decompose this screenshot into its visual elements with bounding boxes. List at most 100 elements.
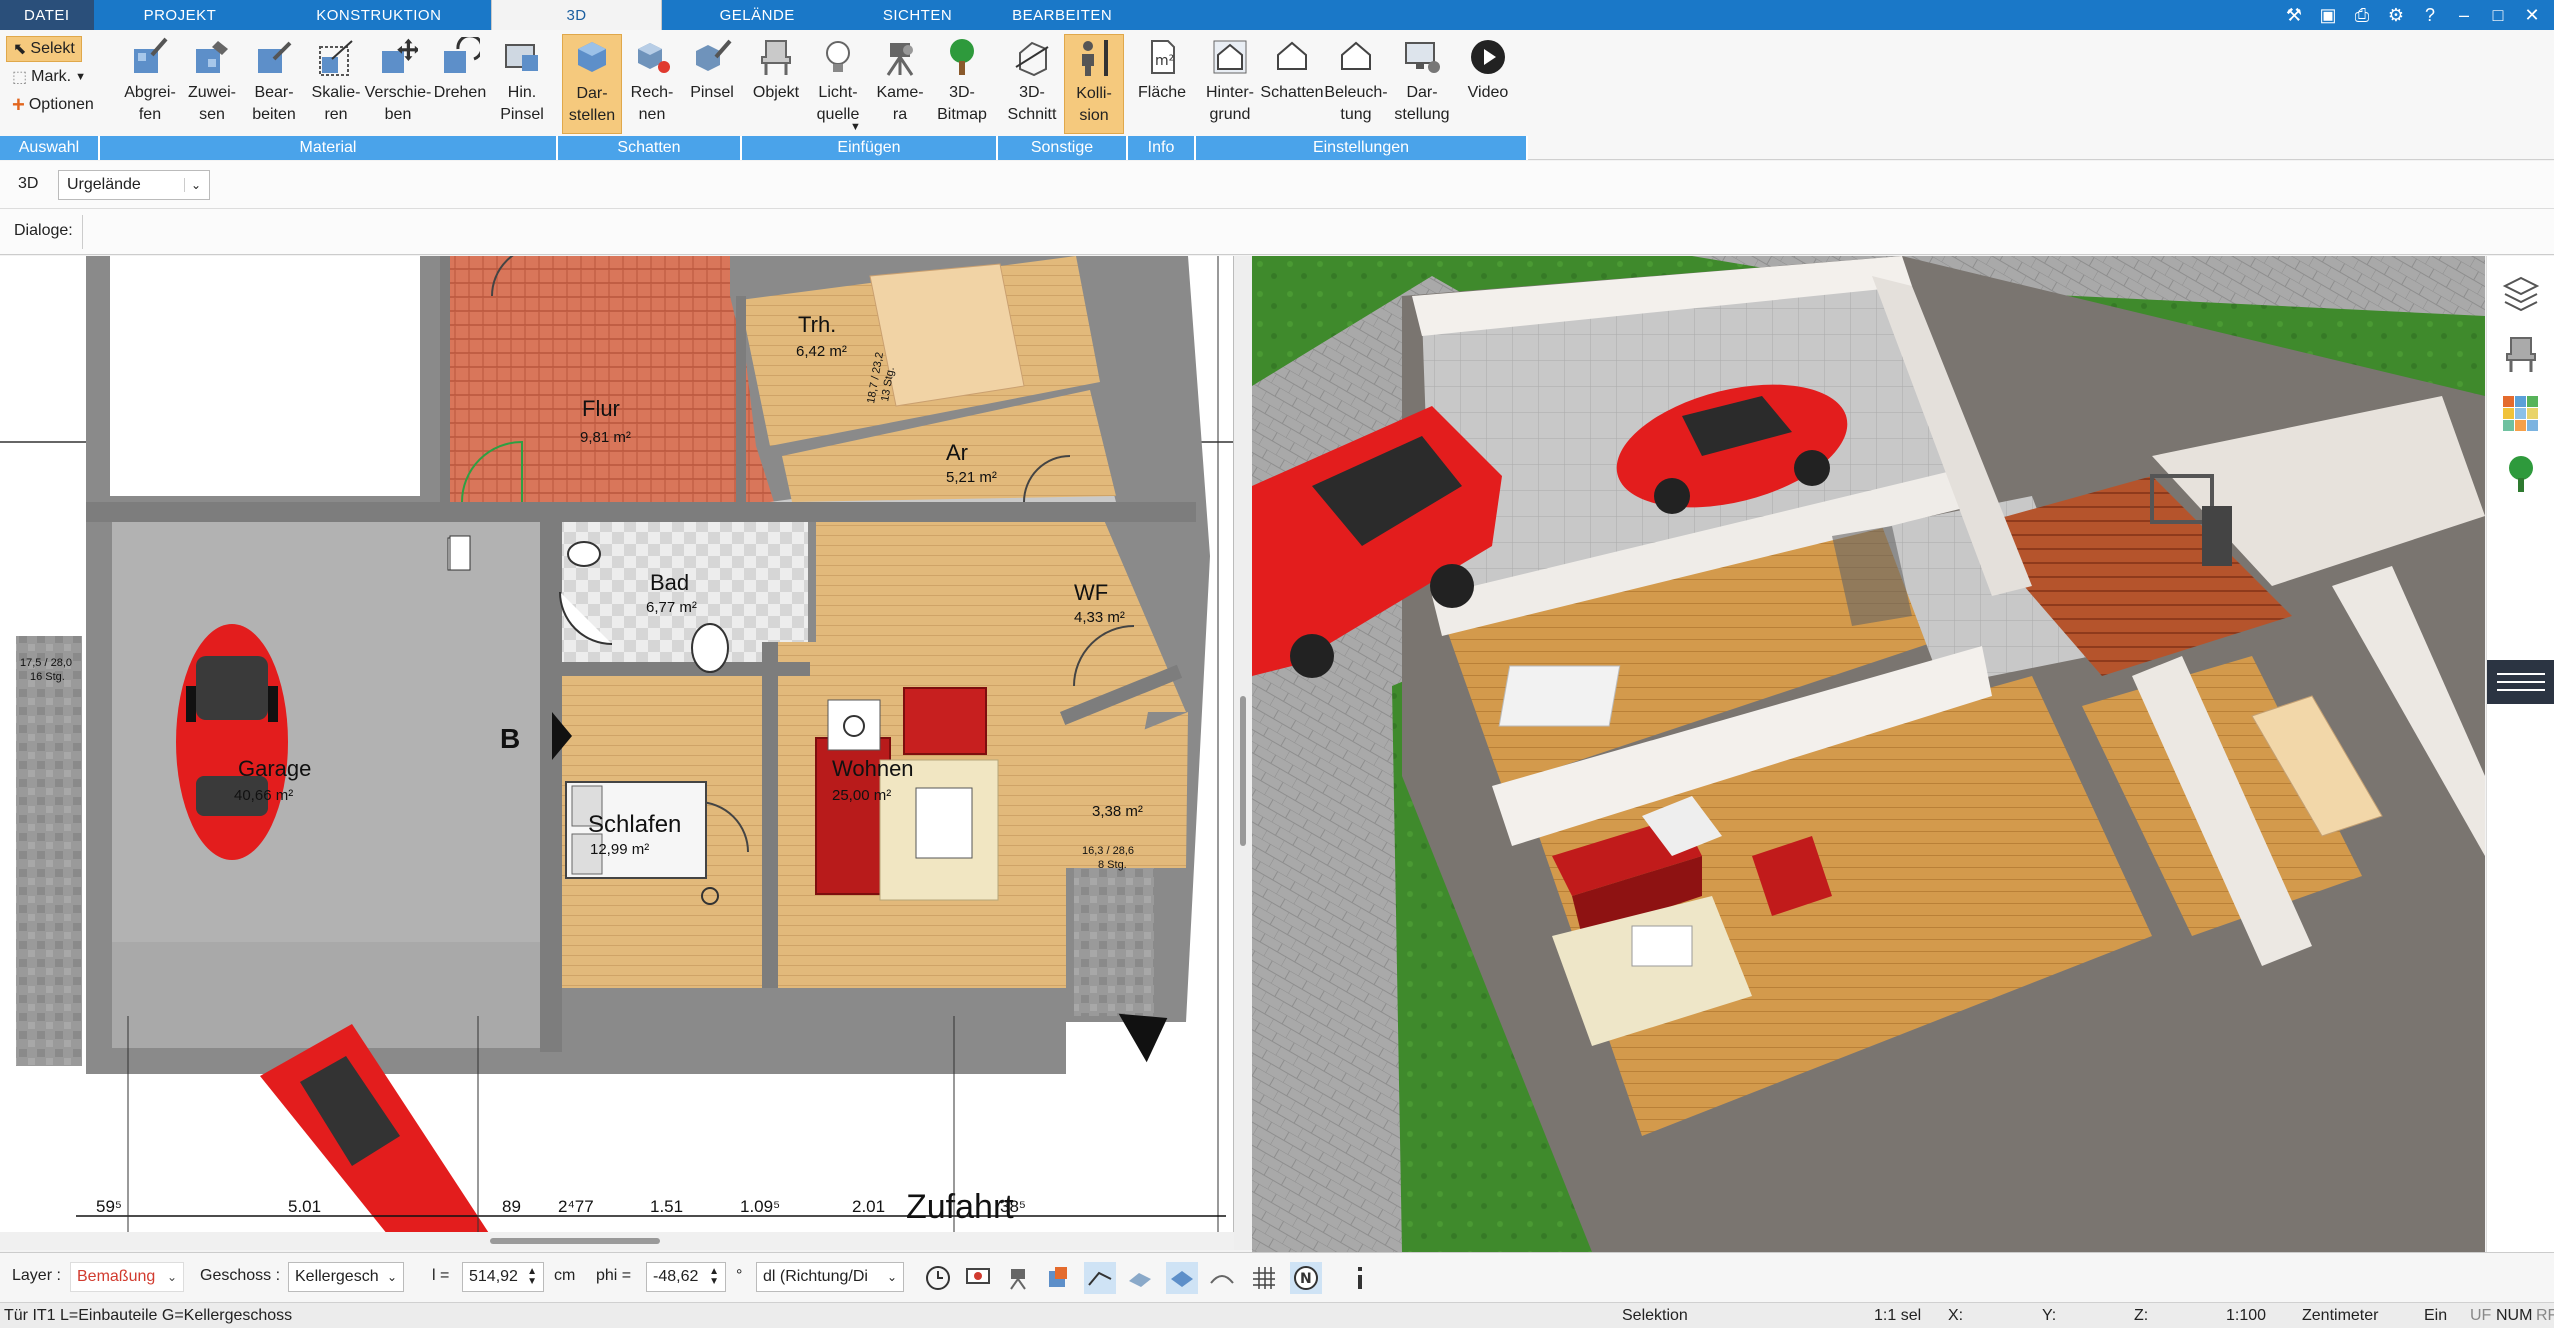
spinner-icon[interactable]: ▲ ▼ [527,1267,537,1287]
material-pick-button[interactable]: Abgrei- fen [120,34,180,134]
window-icon[interactable]: ▣ [2316,3,2340,27]
shadow-brush-button[interactable]: Pinsel [682,34,742,134]
floor-label: Geschoss : [200,1267,281,1284]
floor-plan-canvas[interactable]: B Flur 9,81 m² Trh. 6,42 m² Ar 5,21 m² B… [0,256,1234,1250]
selection-count: 1:1 sel [1874,1307,1922,1324]
group-schatten: Dar- stellen Rech- nen Pinsel Schatten [558,30,742,160]
length-input[interactable]: 514,92 ▲ ▼ [462,1262,544,1292]
hatch-icon[interactable] [1124,1262,1156,1294]
grid-icon[interactable] [1248,1262,1280,1294]
help-icon[interactable]: ? [2418,3,2442,27]
svg-text:N: N [1300,1271,1312,1287]
material-edit-button[interactable]: Bear- beiten [244,34,304,134]
3d-view[interactable] [1252,256,2485,1252]
3d-canvas[interactable] [1252,256,2485,1252]
layers-icon[interactable] [2499,272,2543,316]
house-shadow-icon [1269,36,1315,78]
tab-bearbeiten[interactable]: BEARBEITEN [982,0,1142,30]
chair-icon[interactable] [2499,332,2543,376]
mode-indicator: Selektion [1622,1307,1688,1324]
video-button[interactable]: Video [1458,34,1518,134]
floor-plan-view[interactable]: B Flur 9,81 m² Trh. 6,42 m² Ar 5,21 m² B… [0,256,1234,1250]
settings-icon[interactable]: ⚙ [2384,3,2408,27]
room-name-ar: Ar [946,440,968,465]
wall-view-icon[interactable] [1084,1262,1116,1294]
background-brush-button[interactable]: Hin. Pinsel [492,34,552,134]
floor-select[interactable]: Kellergesch ⌄ [288,1262,404,1292]
maximize-icon[interactable]: □ [2486,3,2510,27]
close-icon[interactable]: ✕ [2520,3,2544,27]
object-icon[interactable] [1042,1262,1074,1294]
brush-icon [251,36,297,78]
layer-select[interactable]: Bemaßung ⌄ [70,1262,184,1292]
scale-indicator: 1:100 [2226,1307,2267,1324]
collision-button[interactable]: Kolli- sion [1064,34,1124,134]
scroll-thumb[interactable] [490,1238,660,1244]
vertical-scrollbar[interactable] [1234,256,1252,1250]
shadow-settings-button[interactable]: Schatten [1260,34,1324,134]
dialog-area [82,215,2542,249]
direction-select[interactable]: dl (Richtung/Di ⌄ [756,1262,904,1292]
clock-icon[interactable] [922,1262,954,1294]
options-button[interactable]: + Optionen [6,92,100,118]
group-info: m² Fläche Info [1128,30,1196,160]
tab-projekt[interactable]: PROJEKT [94,0,267,30]
dim-label: 1.09⁵ [740,1197,780,1216]
selected-object-info: Tür IT1 L=Einbauteile G=Kellergeschoss [4,1307,293,1324]
person-wall-icon [1071,37,1117,79]
minimize-icon[interactable]: – [2452,3,2476,27]
hamburger-menu-icon[interactable] [2487,660,2554,704]
z-coordinate: Z: [2134,1307,2149,1324]
group-label-auswahl: Auswahl [0,136,100,160]
area-button[interactable]: m² Fläche [1132,34,1192,134]
monitor-gear-icon [1399,36,1445,78]
insert-camera-button[interactable]: Kame- ra [870,34,930,134]
shadow-compute-button[interactable]: Rech- nen [622,34,682,134]
floor-plane-icon[interactable] [1166,1262,1198,1294]
tree-icon[interactable] [2499,452,2543,496]
horizontal-scrollbar[interactable] [0,1232,1234,1250]
3d-section-button[interactable]: 3D- Schnitt [1002,34,1062,134]
monitor-icon[interactable] [962,1262,994,1294]
tab-gelaende[interactable]: GELÄNDE [662,0,853,30]
spinner-icon[interactable]: ▲ ▼ [709,1267,719,1287]
info-icon[interactable] [1344,1262,1376,1294]
tools-icon[interactable]: ⚒ [2282,3,2306,27]
print-icon[interactable]: ⎙ [2350,3,2374,27]
insert-bitmap-button[interactable]: 3D- Bitmap [932,34,992,134]
tree-icon [939,36,985,78]
phi-unit: ° [736,1267,743,1284]
select-button[interactable]: ⬉ Selekt [6,36,82,62]
tab-datei[interactable]: DATEI [0,0,94,30]
house-sky-icon [1207,36,1253,78]
background-settings-button[interactable]: Hinter- grund [1200,34,1260,134]
camera-path-icon[interactable] [1002,1262,1034,1294]
mark-button[interactable]: ⬚ Mark. ▼ [6,64,92,90]
insert-light-button[interactable]: Licht- quelle ▼ [808,34,868,134]
dim-label: 1.51 [650,1197,683,1216]
materials-palette-icon[interactable] [2499,392,2543,436]
insert-object-button[interactable]: Objekt [746,34,806,134]
garage-car[interactable] [176,624,288,860]
material-move-button[interactable]: Verschie- ben [365,34,431,134]
display-settings-button[interactable]: Dar- stellung [1392,34,1452,134]
dim-label: 5.01 [288,1197,321,1216]
room-name-garage: Garage [238,756,311,781]
tab-3d[interactable]: 3D [491,0,662,30]
north-icon[interactable]: N [1290,1262,1322,1294]
scroll-thumb[interactable] [1240,696,1246,846]
lighting-settings-button[interactable]: Beleuch- tung [1324,34,1388,134]
tab-sichten[interactable]: SICHTEN [853,0,982,30]
room-area-schlafen: 12,99 m² [590,841,649,858]
tab-konstruktion[interactable]: KONSTRUKTION [266,0,491,30]
shadow-show-button[interactable]: Dar- stellen [562,34,622,134]
terrain-icon[interactable] [1206,1262,1238,1294]
material-rotate-button[interactable]: Drehen [430,34,490,134]
terrain-select[interactable]: Urgelände ⌄ [58,170,210,200]
material-scale-button[interactable]: Skalie- ren [306,34,366,134]
dim-label: 59⁵ [96,1197,122,1216]
material-assign-button[interactable]: Zuwei- sen [182,34,242,134]
phi-input[interactable]: -48,62 ▲ ▼ [646,1262,726,1292]
status-bar: Layer : Bemaßung ⌄ Geschoss : Kellergesch… [0,1252,2554,1302]
chevron-down-icon: ⌄ [386,1270,397,1284]
